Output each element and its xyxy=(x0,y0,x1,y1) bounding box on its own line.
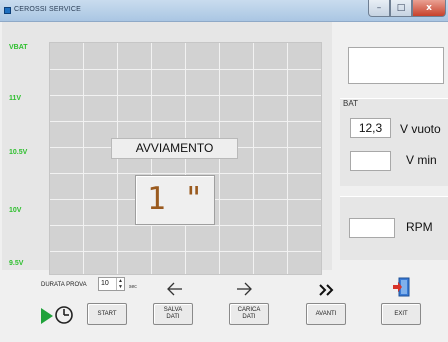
salva-dati-button[interactable]: SALVA DATI xyxy=(153,303,193,325)
play-timer-icon[interactable] xyxy=(40,304,76,330)
rpm-label: RPM xyxy=(406,220,433,234)
close-button[interactable]: x xyxy=(412,0,446,17)
y-axis-label-11v: 11V xyxy=(9,95,22,102)
battery-voltage-field: 12,3 xyxy=(350,118,391,138)
battery-group-label: BAT xyxy=(343,99,358,108)
vmin-field xyxy=(350,151,391,171)
maximize-button[interactable]: □ xyxy=(390,0,412,17)
y-axis-label-9-5v: 9.5V xyxy=(9,260,24,267)
start-button-label: START xyxy=(97,310,117,317)
avanti-button[interactable]: AVANTI xyxy=(306,303,346,325)
battery-group: BAT 12,3 V vuoto V min xyxy=(340,98,448,186)
vvuoto-label: V vuoto xyxy=(400,122,441,136)
title-bar[interactable]: CEROSSI SERVICE – □ x xyxy=(0,0,448,22)
top-display-field xyxy=(348,47,444,84)
window-controls: – □ x xyxy=(368,0,446,17)
arrow-right-load-icon[interactable] xyxy=(236,281,252,300)
rpm-field xyxy=(349,218,395,238)
exit-button[interactable]: EXIT xyxy=(381,303,421,325)
main-window: CEROSSI SERVICE – □ x VBAT 11V 10.5V 10V… xyxy=(0,0,448,342)
y-axis-label-10-5v: 10.5V xyxy=(9,149,28,156)
app-icon xyxy=(4,7,11,14)
carica-label-line1: CARICA xyxy=(237,307,261,313)
status-label: AVVIAMENTO xyxy=(111,138,238,159)
carica-label-line2: DATI xyxy=(242,314,256,320)
vmin-label: V min xyxy=(406,153,437,167)
salva-label-line1: SALVA xyxy=(163,307,183,313)
minimize-button[interactable]: – xyxy=(368,0,390,17)
salva-label-line2: DATI xyxy=(166,314,180,320)
exit-door-icon[interactable] xyxy=(392,277,410,301)
durata-spinner[interactable]: 10 ▲ ▼ xyxy=(98,277,125,291)
durata-label: DURATA PROVA xyxy=(41,282,87,288)
y-axis-label-10v: 10V xyxy=(9,207,22,214)
exit-button-label: EXIT xyxy=(394,310,408,317)
carica-dati-button[interactable]: CARICA DATI xyxy=(229,303,269,325)
window-title: CEROSSI SERVICE xyxy=(14,6,82,13)
start-button[interactable]: START xyxy=(87,303,127,325)
timer-display: 1 " xyxy=(135,175,215,225)
spinner-arrows-icon[interactable]: ▲ ▼ xyxy=(116,278,124,290)
double-chevron-right-icon[interactable] xyxy=(318,282,334,301)
y-axis-label-vbat: VBAT xyxy=(9,44,28,51)
rpm-group: RPM xyxy=(340,196,448,260)
arrow-left-save-icon[interactable] xyxy=(167,281,183,300)
durata-unit: sec xyxy=(129,284,137,290)
avanti-button-label: AVANTI xyxy=(315,310,337,317)
durata-value[interactable]: 10 xyxy=(101,280,109,287)
